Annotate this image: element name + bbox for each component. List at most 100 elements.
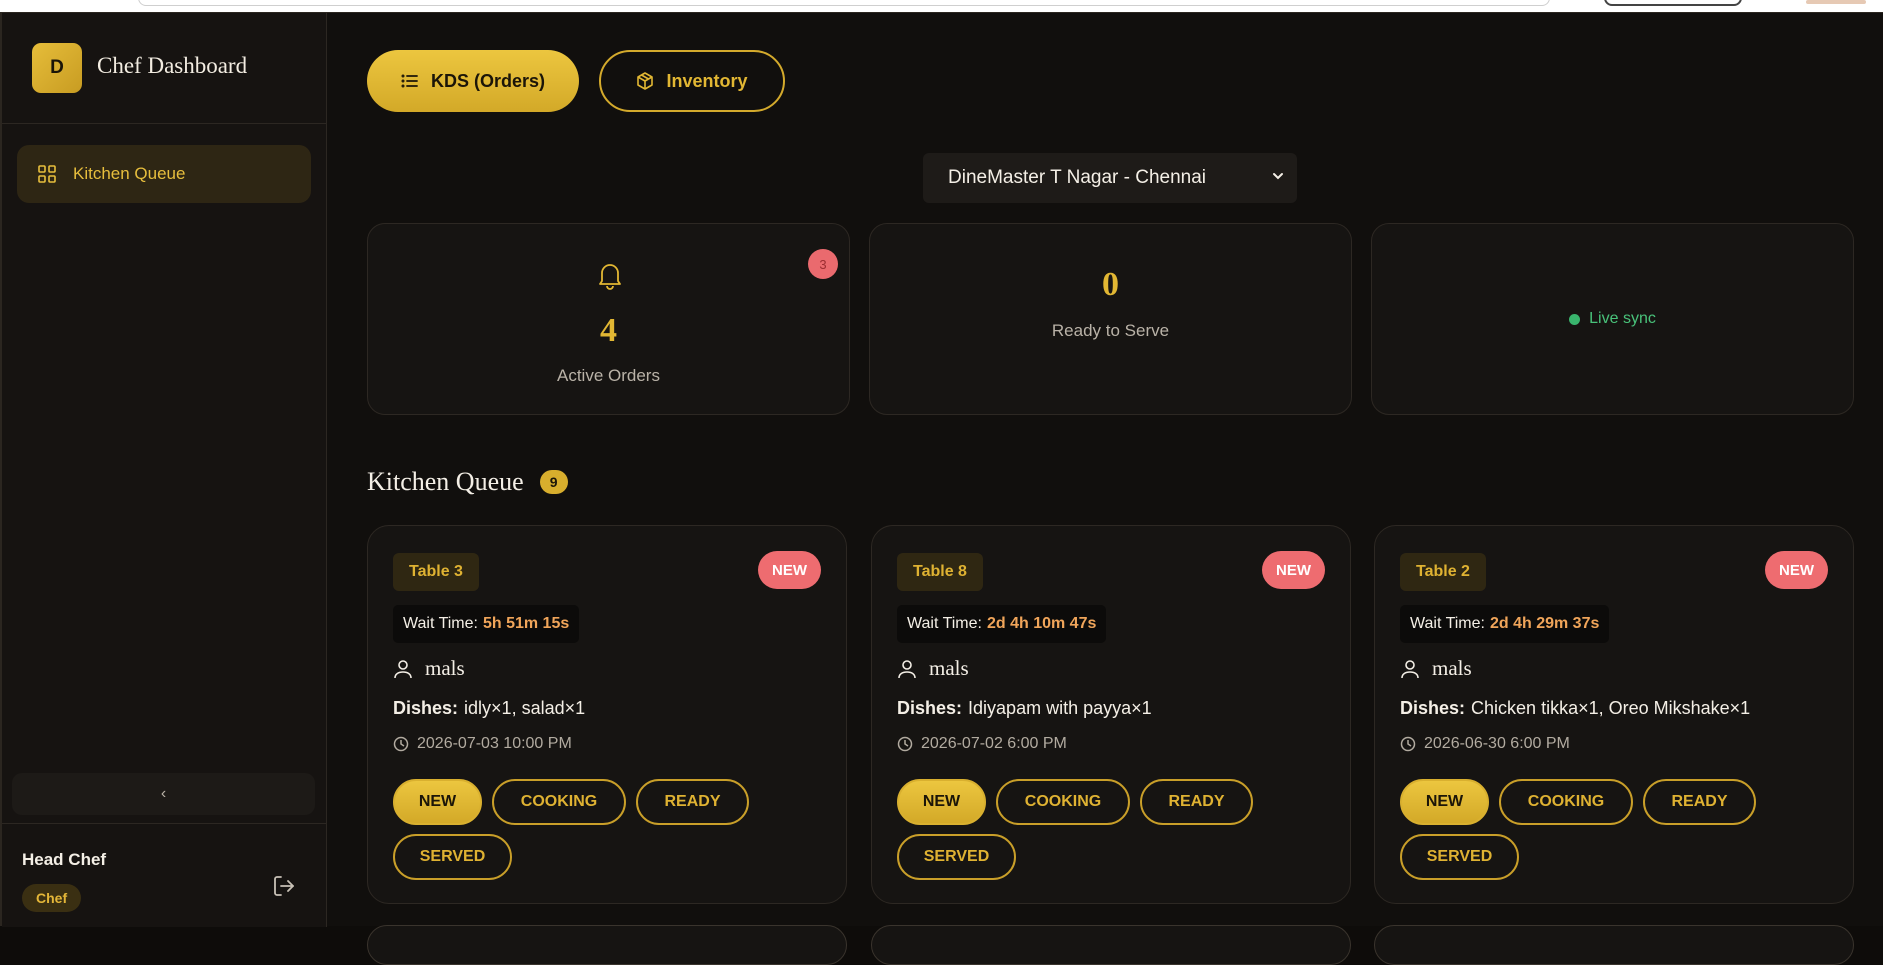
dishes-value: Chicken tikka×1, Oreo Mikshake×1 <box>1471 698 1751 718</box>
wait-time: Wait Time: 2d 4h 29m 37s <box>1400 605 1610 643</box>
status-button-ready[interactable]: READY <box>1140 779 1253 825</box>
stat-active-orders: 3 4 Active Orders <box>367 223 850 415</box>
chevron-left-icon: ‹ <box>160 785 167 802</box>
chevron-down-icon <box>1273 173 1283 180</box>
status-badge: NEW <box>1765 551 1828 589</box>
user-icon <box>1401 659 1419 678</box>
order-card: Table 8 NEW Wait Time: 2d 4h 10m 47s mal… <box>871 525 1351 904</box>
clock-icon <box>1400 736 1416 752</box>
order-time: 2026-07-02 6:00 PM <box>897 735 1067 753</box>
active-orders-label: Active Orders <box>557 366 660 385</box>
wait-time-label: Wait Time: <box>1410 615 1485 632</box>
customer: mals <box>1400 656 1472 681</box>
customer: mals <box>897 656 969 681</box>
app-frame: D Chef Dashboard Kitchen Queue ‹ Head Ch… <box>0 12 1883 965</box>
customer-name: mals <box>425 656 465 680</box>
order-card-partial <box>871 925 1351 965</box>
sidebar: D Chef Dashboard Kitchen Queue ‹ Head Ch… <box>2 13 327 927</box>
wait-time-value: 2d 4h 29m 37s <box>1489 615 1600 632</box>
browser-extension <box>1806 0 1866 4</box>
order-card: Table 2 NEW Wait Time: 2d 4h 29m 37s mal… <box>1374 525 1854 904</box>
main-content: KDS (Orders) Inventory DineMaster T Naga… <box>328 13 1883 965</box>
status-badge: NEW <box>758 551 821 589</box>
queue-count-badge: 9 <box>539 470 568 494</box>
table-badge: Table 8 <box>897 553 983 591</box>
wait-time-value: 2d 4h 10m 47s <box>986 615 1097 632</box>
status-button-cooking[interactable]: COOKING <box>1499 779 1633 825</box>
order-time-value: 2026-06-30 6:00 PM <box>1424 735 1570 752</box>
brand-title: Chef Dashboard <box>97 53 248 78</box>
table-badge: Table 2 <box>1400 553 1486 591</box>
alert-badge: 3 <box>808 249 838 279</box>
user-icon <box>898 659 916 678</box>
status-button-new[interactable]: NEW <box>1400 779 1489 825</box>
tab-label: Inventory <box>666 70 748 91</box>
ready-to-serve-value: 0 <box>1102 266 1119 303</box>
box-icon <box>637 72 654 90</box>
role-badge: Chef <box>22 884 82 912</box>
stat-ready-to-serve: 0 Ready to Serve <box>869 223 1352 415</box>
brand-logo: D <box>32 43 82 93</box>
address-bar[interactable] <box>138 0 1550 6</box>
order-time: 2026-07-03 10:00 PM <box>393 735 572 753</box>
live-sync-label: Live sync <box>1589 310 1656 327</box>
browser-button[interactable] <box>1604 0 1742 6</box>
dishes: Dishes: Idiyapam with payya×1 <box>897 698 1152 719</box>
status-button-cooking[interactable]: COOKING <box>996 779 1130 825</box>
sidebar-item-kitchen-queue[interactable]: Kitchen Queue <box>17 145 311 203</box>
user-panel: Head Chef Chef <box>2 823 327 927</box>
status-button-ready[interactable]: READY <box>1643 779 1756 825</box>
wait-time: Wait Time: 2d 4h 10m 47s <box>897 605 1107 643</box>
clock-icon <box>897 736 913 752</box>
status-button-new[interactable]: NEW <box>393 779 482 825</box>
list-icon <box>401 74 418 88</box>
order-card-partial <box>367 925 847 965</box>
wait-time-value: 5h 51m 15s <box>482 615 570 632</box>
customer-name: mals <box>1432 656 1472 680</box>
table-badge: Table 3 <box>393 553 479 591</box>
brand: D Chef Dashboard <box>2 13 327 124</box>
dishes-value: idly×1, salad×1 <box>464 698 586 718</box>
status-button-new[interactable]: NEW <box>897 779 986 825</box>
user-name: Head Chef <box>22 850 107 869</box>
order-time-value: 2026-07-02 6:00 PM <box>921 735 1067 752</box>
status-button-served[interactable]: SERVED <box>1400 834 1519 880</box>
order-card: Table 3 NEW Wait Time: 5h 51m 15s mals D… <box>367 525 847 904</box>
customer-name: mals <box>929 656 969 680</box>
dishes: Dishes: idly×1, salad×1 <box>393 698 585 719</box>
order-time: 2026-06-30 6:00 PM <box>1400 735 1570 753</box>
customer: mals <box>393 656 465 681</box>
tab-label: KDS (Orders) <box>430 70 546 91</box>
status-dot-icon <box>1569 313 1581 325</box>
tab-kds-orders[interactable]: KDS (Orders) <box>367 50 579 112</box>
sidebar-item-label: Kitchen Queue <box>73 164 186 183</box>
ready-to-serve-label: Ready to Serve <box>1051 321 1170 340</box>
grid-icon <box>38 165 56 183</box>
section-title-text: Kitchen Queue <box>367 467 524 496</box>
dishes-label: Dishes: <box>1400 698 1466 718</box>
wait-time-label: Wait Time: <box>907 615 982 632</box>
dishes: Dishes: Chicken tikka×1, Oreo Mikshake×1 <box>1400 698 1750 719</box>
status-button-served[interactable]: SERVED <box>897 834 1016 880</box>
collapse-sidebar-button[interactable]: ‹ <box>12 773 315 815</box>
status-button-served[interactable]: SERVED <box>393 834 512 880</box>
order-time-value: 2026-07-03 10:00 PM <box>417 735 572 752</box>
branch-select[interactable]: DineMaster T Nagar - Chennai <box>923 153 1297 203</box>
status-button-cooking[interactable]: COOKING <box>492 779 626 825</box>
bell-icon <box>599 264 621 290</box>
wait-time: Wait Time: 5h 51m 15s <box>393 605 580 643</box>
order-card-partial <box>1374 925 1854 965</box>
live-sync-indicator: Live sync <box>1372 310 1853 328</box>
branch-select-value: DineMaster T Nagar - Chennai <box>948 167 1207 188</box>
status-badge: NEW <box>1262 551 1325 589</box>
wait-time-label: Wait Time: <box>403 615 478 632</box>
clock-icon <box>393 736 409 752</box>
active-orders-value: 4 <box>600 312 617 349</box>
dishes-value: Idiyapam with payya×1 <box>968 698 1152 718</box>
stat-live-sync: Live sync <box>1371 223 1854 415</box>
tab-inventory[interactable]: Inventory <box>599 50 785 112</box>
dishes-label: Dishes: <box>897 698 963 718</box>
logout-icon[interactable] <box>272 874 296 898</box>
user-icon <box>394 659 412 678</box>
status-button-ready[interactable]: READY <box>636 779 749 825</box>
